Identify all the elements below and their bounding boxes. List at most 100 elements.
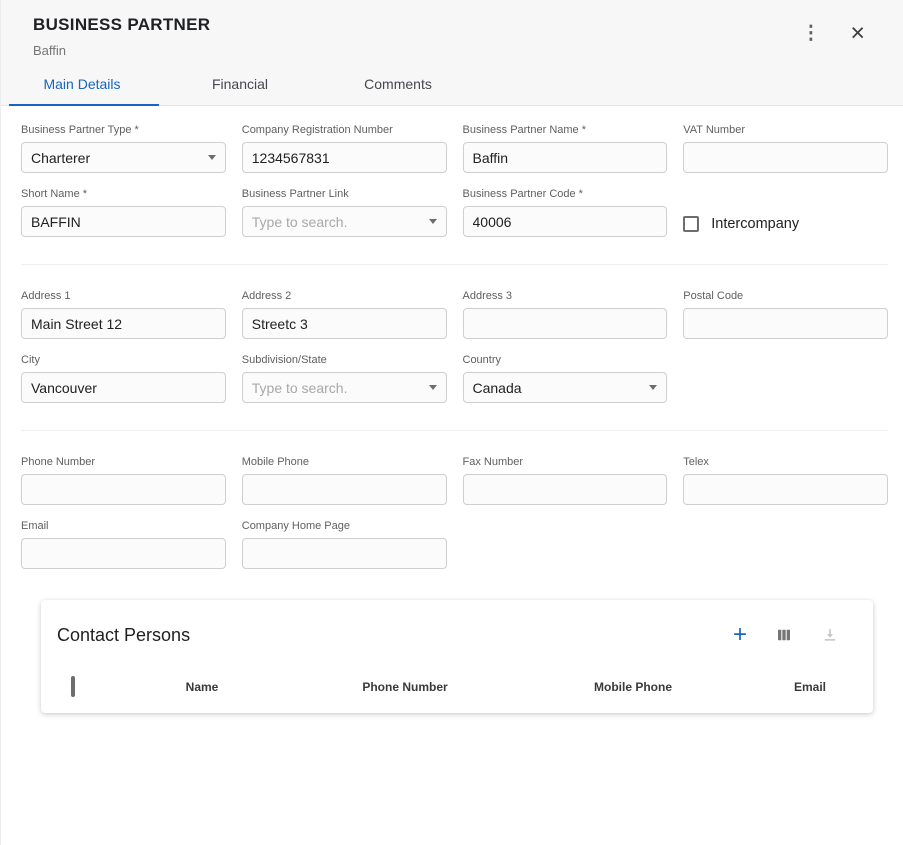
email-input[interactable] <box>21 538 226 569</box>
country-select[interactable]: Canada <box>463 372 668 403</box>
field-business-partner-type: Business Partner Type * Charterer <box>21 124 226 173</box>
city-label: City <box>21 354 226 366</box>
field-vat-number: VAT Number <box>683 124 888 173</box>
column-header-phone-number: Phone Number <box>291 680 519 694</box>
subdivision-state-placeholder: Type to search. <box>252 380 348 396</box>
subdivision-state-label: Subdivision/State <box>242 354 447 366</box>
empty-cell <box>463 520 668 569</box>
business-partner-dialog: BUSINESS PARTNER Baffin ⋮ × Main Details… <box>0 0 903 845</box>
section-divider <box>21 264 888 265</box>
field-phone-number: Phone Number <box>21 456 226 505</box>
address-2-input[interactable] <box>242 308 447 339</box>
address-section: Address 1 Address 2 Address 3 Postal Cod… <box>21 290 888 403</box>
tab-main-details[interactable]: Main Details <box>3 62 161 105</box>
tab-comments[interactable]: Comments <box>319 62 477 105</box>
field-country: Country Canada <box>463 354 668 403</box>
business-partner-type-select[interactable]: Charterer <box>21 142 226 173</box>
subdivision-state-select[interactable]: Type to search. <box>242 372 447 403</box>
telex-label: Telex <box>683 456 888 468</box>
field-business-partner-name: Business Partner Name * <box>463 124 668 173</box>
contact-persons-card: Contact Persons + <box>41 600 873 713</box>
column-header-mobile-phone: Mobile Phone <box>519 680 747 694</box>
field-business-partner-link: Business Partner Link Type to search. <box>242 188 447 237</box>
close-icon[interactable]: × <box>846 19 869 48</box>
business-partner-type-value: Charterer <box>31 150 90 166</box>
company-home-page-label: Company Home Page <box>242 520 447 532</box>
short-name-label: Short Name * <box>21 188 226 200</box>
postal-code-input[interactable] <box>683 308 888 339</box>
contact-section: Phone Number Mobile Phone Fax Number Tel… <box>21 456 888 569</box>
chevron-down-icon <box>429 385 437 390</box>
tab-financial[interactable]: Financial <box>161 62 319 105</box>
column-settings-icon[interactable] <box>771 624 797 646</box>
download-icon[interactable] <box>817 624 843 646</box>
city-input[interactable] <box>21 372 226 403</box>
field-address-2: Address 2 <box>242 290 447 339</box>
company-registration-number-input[interactable] <box>242 142 447 173</box>
field-business-partner-code: Business Partner Code * <box>463 188 668 237</box>
kebab-menu-icon[interactable]: ⋮ <box>797 22 824 45</box>
field-company-registration-number: Company Registration Number <box>242 124 447 173</box>
header-actions: ⋮ × <box>797 19 883 48</box>
mobile-phone-input[interactable] <box>242 474 447 505</box>
page-title: BUSINESS PARTNER <box>33 15 210 35</box>
postal-code-label: Postal Code <box>683 290 888 302</box>
add-contact-person-icon[interactable]: + <box>729 621 751 649</box>
fax-number-input[interactable] <box>463 474 668 505</box>
field-address-3: Address 3 <box>463 290 668 339</box>
select-all-checkbox[interactable] <box>71 676 75 697</box>
fax-number-label: Fax Number <box>463 456 668 468</box>
business-partner-type-label: Business Partner Type * <box>21 124 226 136</box>
field-subdivision-state: Subdivision/State Type to search. <box>242 354 447 403</box>
main-details-form: Business Partner Type * Charterer Compan… <box>1 106 903 713</box>
short-name-input[interactable] <box>21 206 226 237</box>
business-partner-link-label: Business Partner Link <box>242 188 447 200</box>
contact-persons-title: Contact Persons <box>57 625 190 646</box>
field-address-1: Address 1 <box>21 290 226 339</box>
country-label: Country <box>463 354 668 366</box>
identity-section: Business Partner Type * Charterer Compan… <box>21 124 888 237</box>
contact-persons-header: Contact Persons + <box>41 600 873 661</box>
dialog-header: BUSINESS PARTNER Baffin ⋮ × <box>1 0 903 62</box>
page-subtitle: Baffin <box>33 43 210 58</box>
intercompany-checkbox[interactable] <box>683 216 699 232</box>
phone-number-label: Phone Number <box>21 456 226 468</box>
address-3-input[interactable] <box>463 308 668 339</box>
select-all-cell <box>41 678 113 696</box>
field-email: Email <box>21 520 226 569</box>
column-header-email: Email <box>747 680 873 694</box>
business-partner-link-placeholder: Type to search. <box>252 214 348 230</box>
intercompany-label: Intercompany <box>711 216 799 232</box>
field-mobile-phone: Mobile Phone <box>242 456 447 505</box>
contact-persons-table-header: Name Phone Number Mobile Phone Email <box>41 661 873 713</box>
chevron-down-icon <box>649 385 657 390</box>
tab-bar: Main Details Financial Comments <box>1 62 903 106</box>
field-fax-number: Fax Number <box>463 456 668 505</box>
company-home-page-input[interactable] <box>242 538 447 569</box>
header-titles: BUSINESS PARTNER Baffin <box>33 15 210 58</box>
business-partner-code-input[interactable] <box>463 206 668 237</box>
field-telex: Telex <box>683 456 888 505</box>
field-intercompany: Intercompany <box>683 188 888 237</box>
address-2-label: Address 2 <box>242 290 447 302</box>
business-partner-code-label: Business Partner Code * <box>463 188 668 200</box>
field-postal-code: Postal Code <box>683 290 888 339</box>
chevron-down-icon <box>429 219 437 224</box>
address-3-label: Address 3 <box>463 290 668 302</box>
column-header-name: Name <box>113 680 291 694</box>
email-label: Email <box>21 520 226 532</box>
section-divider <box>21 430 888 431</box>
country-value: Canada <box>473 380 522 396</box>
contact-persons-actions: + <box>729 621 857 649</box>
business-partner-name-input[interactable] <box>463 142 668 173</box>
field-company-home-page: Company Home Page <box>242 520 447 569</box>
phone-number-input[interactable] <box>21 474 226 505</box>
company-registration-number-label: Company Registration Number <box>242 124 447 136</box>
telex-input[interactable] <box>683 474 888 505</box>
address-1-input[interactable] <box>21 308 226 339</box>
empty-cell <box>683 520 888 569</box>
business-partner-name-label: Business Partner Name * <box>463 124 668 136</box>
business-partner-link-select[interactable]: Type to search. <box>242 206 447 237</box>
mobile-phone-label: Mobile Phone <box>242 456 447 468</box>
vat-number-input[interactable] <box>683 142 888 173</box>
